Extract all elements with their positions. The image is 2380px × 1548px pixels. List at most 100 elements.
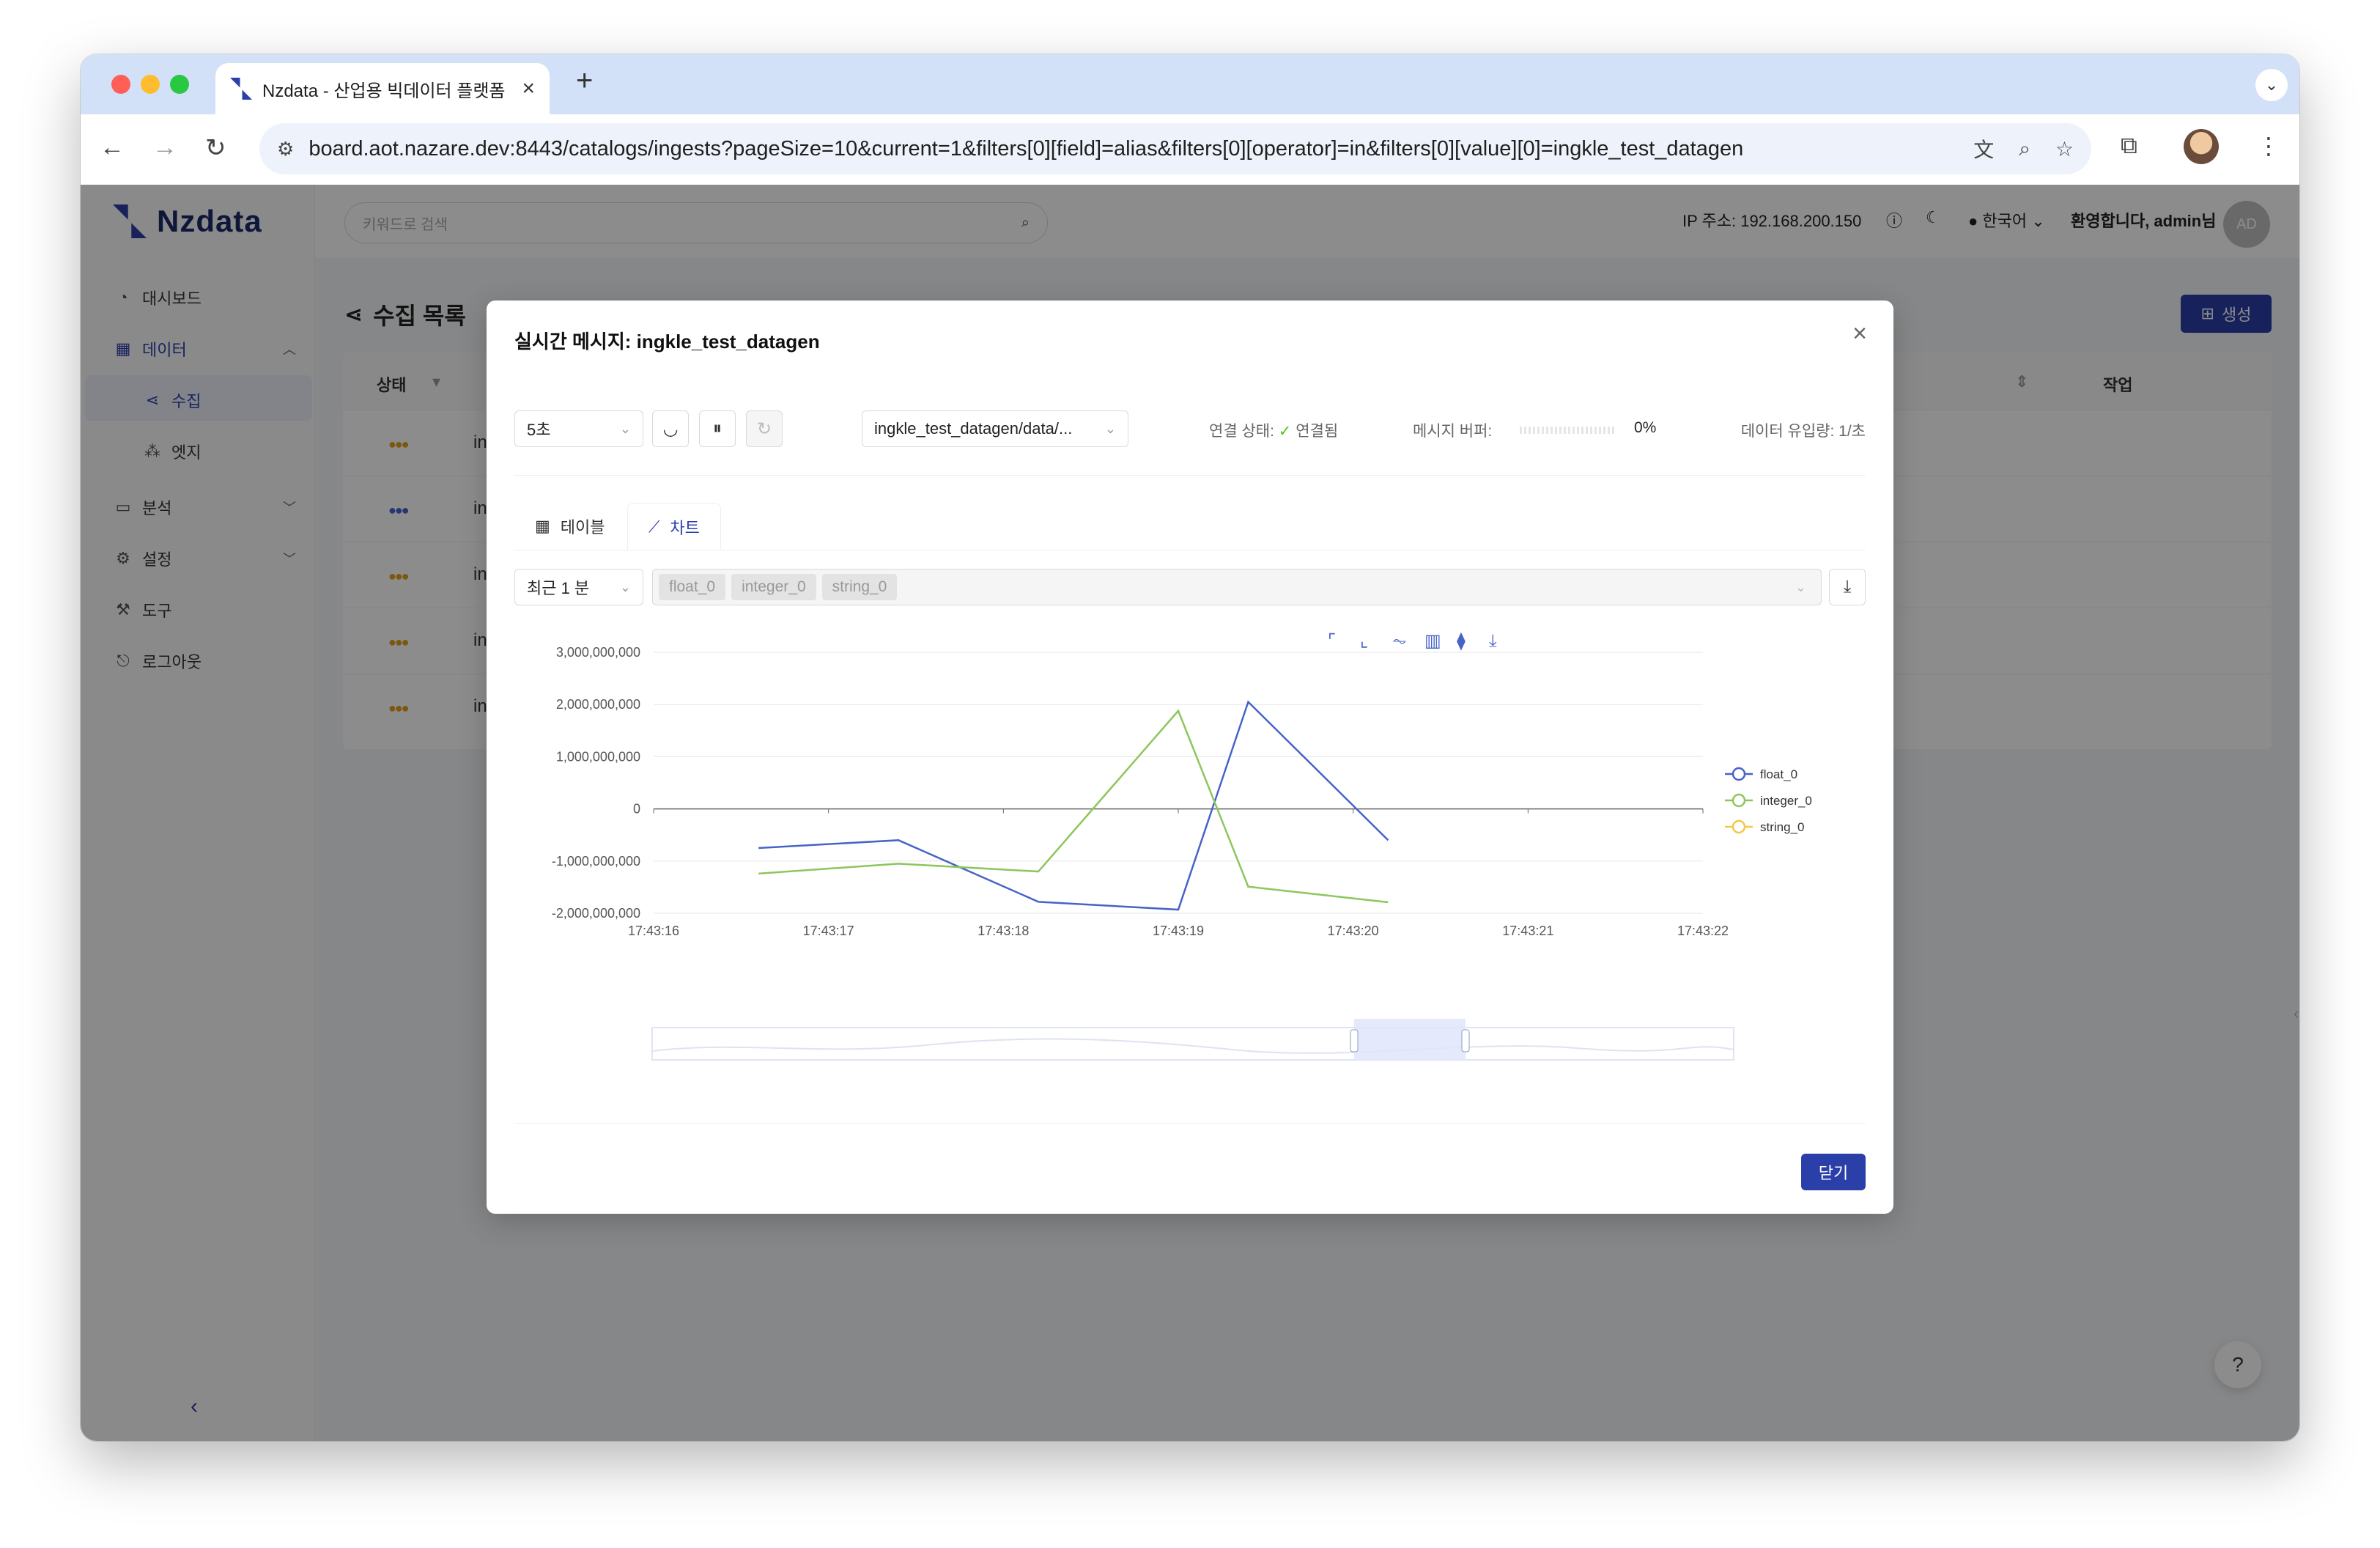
legend-label: string_0	[1760, 820, 1804, 834]
filter-row: 최근 1 분 ⌄ float_0 integer_0 string_0 ⌄ ⤓	[514, 569, 1866, 607]
chart-svg: ⌜ ⌞ ⏦ ▥ ⧫ ⤓ 3,000,000,000 2,000,000,000 1,000,00…	[552, 630, 1812, 1061]
browser-tab[interactable]: Nzdata - 산업용 빅데이터 플랫폼 ×	[215, 63, 550, 114]
chevron-down-icon: ⌄	[619, 421, 631, 436]
connection-value: 연결됨	[1296, 423, 1339, 440]
loading-spinner-button[interactable]: ◡	[652, 410, 689, 447]
close-icon[interactable]: ×	[522, 76, 535, 101]
tab-chart[interactable]: ⟋ 차트	[627, 503, 721, 550]
check-circle-icon: ✓	[1278, 423, 1292, 440]
interval-value: 5초	[527, 421, 551, 439]
back-arrow-icon[interactable]: ←	[100, 133, 125, 162]
close-button[interactable]: 닫기	[1801, 1154, 1866, 1190]
chevron-down-icon[interactable]: ⌄	[2255, 69, 2288, 101]
zoom-slider-window	[1354, 1019, 1466, 1060]
extensions-icon[interactable]: ⧉	[2121, 132, 2137, 160]
divider	[514, 475, 1866, 476]
legend-label: integer_0	[1760, 794, 1812, 808]
legend-marker	[1732, 767, 1746, 781]
interval-select[interactable]: 5초 ⌄	[514, 410, 643, 447]
field-chip: integer_0	[731, 574, 816, 600]
x-tick-label: 17:43:18	[978, 924, 1029, 938]
legend-label: float_0	[1760, 767, 1797, 781]
chevron-down-icon: ⌄	[619, 579, 631, 594]
translate-icon[interactable]: 文	[1973, 134, 1994, 163]
field-chip: float_0	[659, 574, 726, 600]
site-settings-icon[interactable]: ⚙	[277, 138, 294, 161]
zoom-icon[interactable]: ⌕	[2019, 137, 2030, 161]
y-tick-label: 1,000,000,000	[556, 749, 640, 764]
zoom-slider-track	[651, 1027, 1734, 1061]
legend-marker	[1732, 819, 1746, 834]
x-tick-label: 17:43:20	[1328, 924, 1379, 938]
topic-value: ingkle_test_datagen/data/...	[874, 419, 1073, 438]
tab-table[interactable]: ▦ 테이블	[514, 503, 626, 550]
realtime-message-modal: 실시간 메시지: ingkle_test_datagen × 5초 ⌄ ◡ ⏸ …	[487, 301, 1893, 1214]
nzdata-favicon-icon	[230, 78, 252, 100]
x-tick-label: 17:43:19	[1153, 924, 1204, 938]
close-window-button[interactable]	[111, 75, 130, 94]
topic-select[interactable]: ingkle_test_datagen/data/... ⌄	[862, 410, 1128, 447]
x-tick-label: 17:43:16	[628, 924, 679, 938]
time-range-select[interactable]: 최근 1 분 ⌄	[514, 569, 643, 605]
maximize-window-button[interactable]	[170, 75, 189, 94]
legend-marker	[1732, 793, 1746, 808]
y-tick-label: 2,000,000,000	[556, 697, 640, 712]
forward-arrow-icon[interactable]: →	[152, 133, 177, 162]
series-line-integer_0	[758, 709, 1389, 904]
url-text: board.aot.nazare.dev:8443/catalogs/inges…	[308, 136, 1744, 161]
download-button[interactable]: ⤓	[1829, 569, 1866, 605]
x-tick-label: 17:43:22	[1677, 924, 1729, 938]
connection-status: 연결 상태: ✓ 연결됨	[1209, 419, 1338, 441]
tab-bar: Nzdata - 산업용 빅데이터 플랫폼 × + ⌄	[81, 54, 2299, 114]
reload-icon[interactable]: ↻	[205, 133, 226, 163]
bar-mode-icon[interactable]: ▥	[1424, 630, 1441, 651]
table-icon: ▦	[535, 517, 550, 535]
control-row: 5초 ⌄ ◡ ⏸ ↻ ingkle_test_datagen/data/... …	[514, 410, 1866, 450]
field-chip: string_0	[821, 574, 898, 600]
zoom-slider-handle[interactable]	[1350, 1029, 1359, 1053]
data-rate: 데이터 유입량: 1/초	[1740, 423, 1866, 440]
y-tick-label: -1,000,000,000	[552, 854, 640, 869]
close-icon[interactable]: ×	[1852, 320, 1867, 348]
line-mode-icon[interactable]: ⏦	[1392, 630, 1407, 651]
profile-avatar[interactable]	[2184, 129, 2219, 164]
refresh-icon: ↻	[756, 419, 772, 439]
x-tick-label: 17:43:21	[1502, 924, 1553, 938]
menu-kebab-icon[interactable]: ⋮	[2257, 132, 2280, 160]
chevron-down-icon: ⌄	[1795, 579, 1806, 594]
zoom-slider-handle[interactable]	[1461, 1029, 1470, 1053]
new-tab-plus-icon[interactable]: +	[576, 64, 593, 97]
tab-chart-label: 차트	[670, 518, 700, 537]
crop-reset-icon[interactable]: ⌞	[1360, 630, 1368, 651]
minimize-window-button[interactable]	[141, 75, 160, 94]
pause-circle-icon: ⏸	[713, 419, 722, 438]
field-multiselect[interactable]: float_0 integer_0 string_0 ⌄	[652, 569, 1822, 605]
time-range-value: 최근 1 분	[527, 579, 590, 597]
chevron-down-icon: ⌄	[1104, 421, 1116, 436]
modal-title: 실시간 메시지: ingkle_test_datagen	[514, 331, 820, 353]
divider	[514, 1123, 1866, 1124]
crop-icon[interactable]: ⌜	[1328, 630, 1336, 651]
x-tick-label: 17:43:17	[803, 924, 854, 938]
tab-table-label: 테이블	[560, 518, 605, 537]
line-chart-icon: ⟋	[648, 517, 660, 536]
connection-label: 연결 상태:	[1209, 423, 1274, 440]
pause-button[interactable]: ⏸	[699, 410, 736, 447]
stack-icon[interactable]: ⧫	[1457, 630, 1466, 651]
y-tick-label: 3,000,000,000	[556, 645, 640, 660]
save-image-icon[interactable]: ⤓	[1489, 630, 1497, 651]
y-tick-label: -2,000,000,000	[552, 906, 640, 921]
buffer-label: 메시지 버퍼:	[1413, 423, 1493, 440]
y-tick-label: 0	[633, 802, 640, 817]
bookmark-star-icon[interactable]: ☆	[2055, 137, 2074, 161]
buffer-value: 0%	[1634, 419, 1657, 436]
download-icon: ⤓	[1843, 577, 1852, 597]
tab-title: Nzdata - 산업용 빅데이터 플랫폼	[262, 81, 506, 101]
buffer-progress-bar	[1520, 427, 1615, 434]
browser-toolbar: ← → ↻ ⚙ board.aot.nazare.dev:8443/catalo…	[81, 114, 2299, 185]
address-bar[interactable]: ⚙ board.aot.nazare.dev:8443/catalogs/ing…	[259, 123, 2091, 174]
refresh-button[interactable]: ↻	[746, 410, 783, 447]
spinner-icon: ◡	[662, 419, 679, 439]
line-chart: ⌜ ⌞ ⏦ ▥ ⧫ ⤓ 3,000,000,000 2,000,000,000 1,000,00…	[514, 630, 1866, 1085]
series-line-float_0	[758, 700, 1389, 911]
